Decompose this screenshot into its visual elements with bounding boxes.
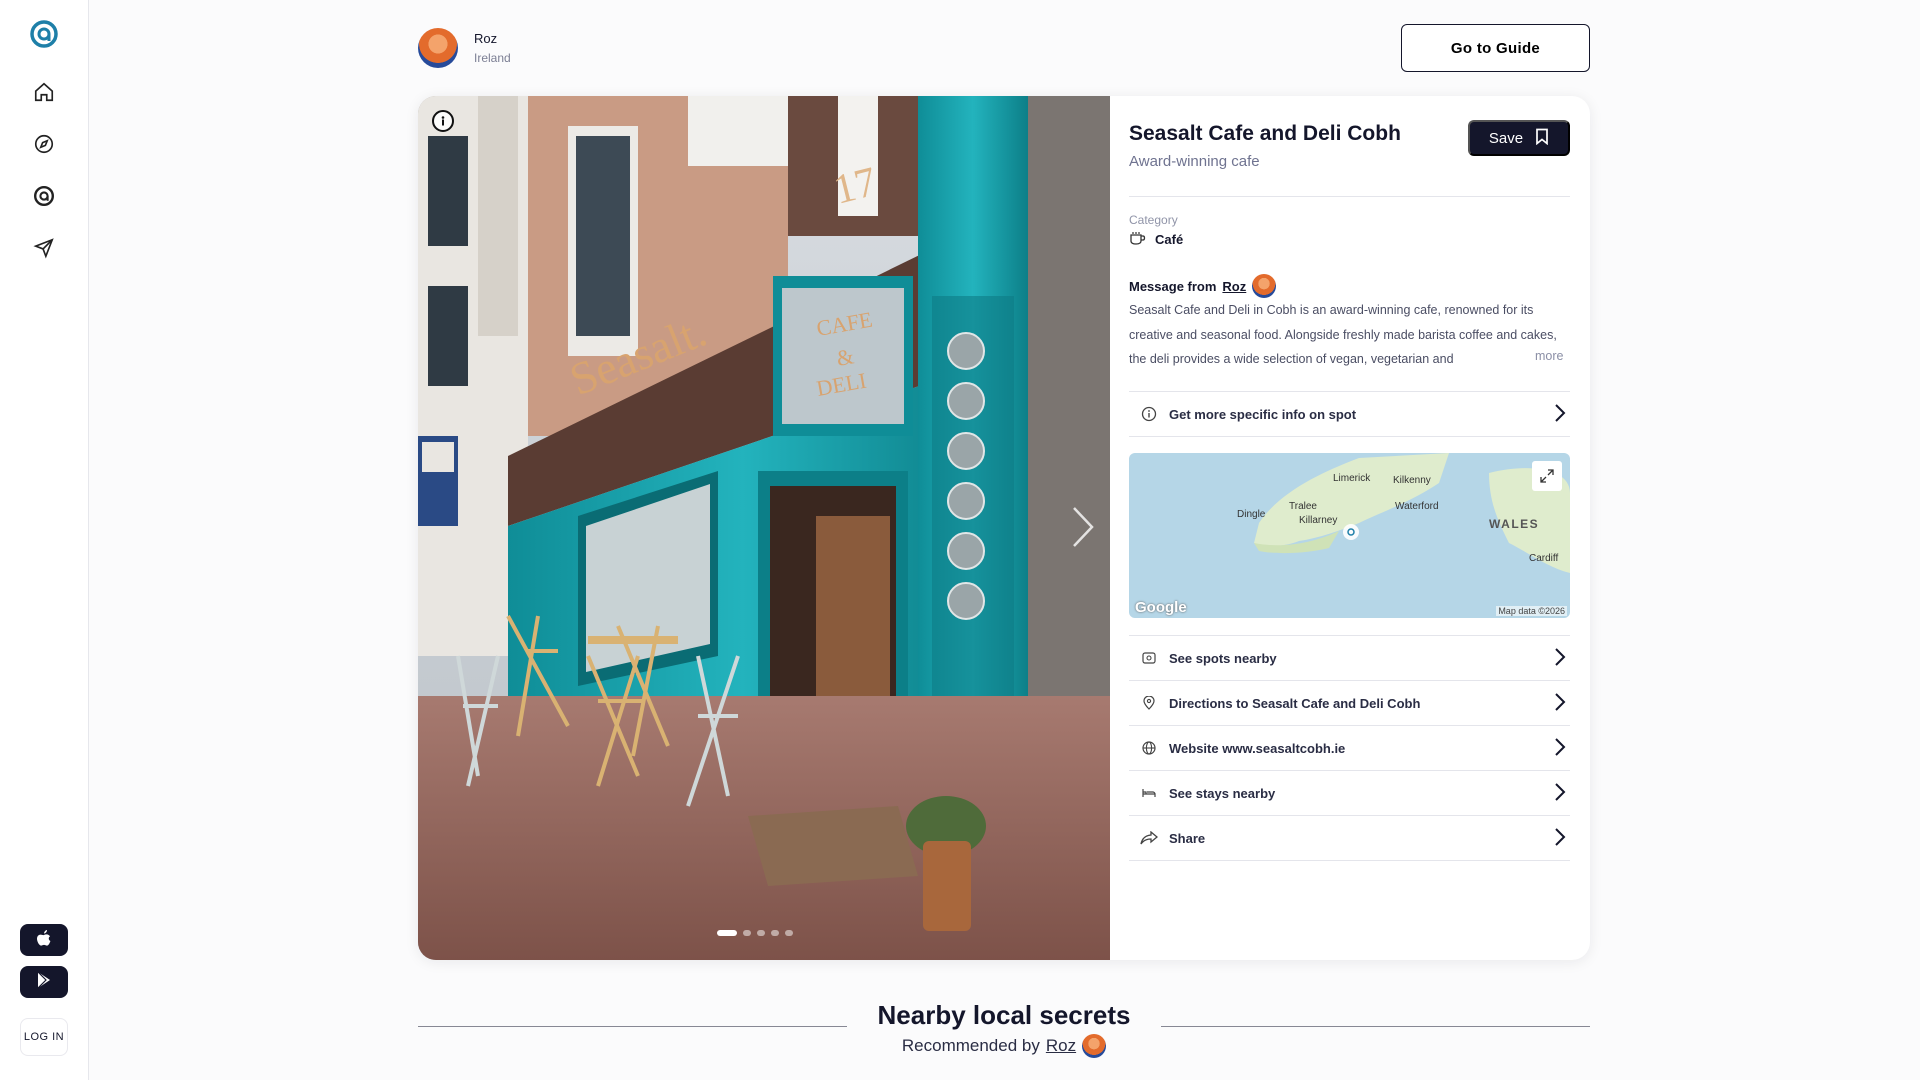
author-name[interactable]: Roz — [474, 31, 511, 46]
map-label: Cardiff — [1529, 553, 1559, 564]
nearby-spots-label: See spots nearby — [1169, 650, 1277, 666]
map-label: Tralee — [1289, 501, 1317, 512]
more-info-label: Get more specific info on spot — [1169, 406, 1357, 422]
next-photo-chevron-icon[interactable] — [1068, 504, 1098, 550]
expand-map-icon[interactable] — [1532, 461, 1562, 491]
nearby-spots-row[interactable]: See spots nearby — [1129, 636, 1570, 681]
cafe-storefront-image: Seasalt. 17 CAFE & DELI — [418, 96, 1110, 960]
bed-icon — [1129, 788, 1169, 798]
app-store-button[interactable] — [20, 924, 68, 956]
google-logo: Google — [1135, 599, 1187, 616]
category-text: Café — [1155, 232, 1184, 247]
map-label: Dingle — [1237, 509, 1266, 520]
share-label: Share — [1169, 830, 1206, 846]
message-prefix: Message from — [1129, 278, 1217, 294]
stays-row[interactable]: See stays nearby — [1129, 771, 1570, 816]
photo-dot[interactable] — [757, 930, 765, 936]
website-label: Website www.seasaltcobh.ie — [1169, 740, 1346, 756]
info-icon[interactable] — [432, 110, 454, 132]
compass-icon[interactable] — [27, 127, 61, 161]
photo-pagination — [717, 930, 793, 936]
category-value: Café — [1129, 231, 1183, 248]
directions-row[interactable]: Directions to Seasalt Cafe and Deli Cobh — [1129, 681, 1570, 726]
recommended-author-avatar — [1082, 1034, 1107, 1058]
map-label: Killarney — [1299, 515, 1338, 526]
save-button[interactable]: Save — [1468, 120, 1570, 156]
author-avatar — [418, 28, 458, 68]
photo-dot[interactable] — [743, 930, 751, 936]
photo-dot[interactable] — [785, 930, 793, 936]
spot-photo[interactable]: Seasalt. 17 CAFE & DELI — [418, 96, 1110, 960]
author-location: Ireland — [474, 51, 511, 65]
map-label: Limerick — [1333, 473, 1371, 484]
go-to-guide-button[interactable]: Go to Guide — [1401, 24, 1590, 72]
divider — [1129, 196, 1570, 197]
more-info-row[interactable]: Get more specific info on spot — [1129, 392, 1570, 437]
apple-icon — [36, 929, 52, 952]
info-circle-icon — [1129, 406, 1169, 422]
chevron-right-icon — [1554, 737, 1568, 760]
save-label: Save — [1488, 129, 1524, 147]
section-divider-right — [1161, 1026, 1590, 1027]
map-region-label: WALES — [1489, 517, 1540, 531]
share-icon — [1129, 831, 1169, 845]
map-attribution: Map data ©2026 — [1496, 606, 1567, 616]
message-header: Message from Roz — [1129, 274, 1277, 298]
sidebar: LOG IN — [0, 0, 89, 1080]
section-divider-left — [418, 1026, 847, 1027]
message-author-link[interactable]: Roz — [1222, 279, 1246, 294]
spot-title: Seasalt Cafe and Deli Cobh — [1129, 122, 1401, 145]
home-icon[interactable] — [27, 75, 61, 109]
directions-label: Directions to Seasalt Cafe and Deli Cobh — [1169, 695, 1421, 711]
bookmark-icon — [1535, 128, 1549, 149]
nearby-recommended: Recommended by Roz — [848, 1034, 1160, 1058]
map-label: Waterford — [1395, 501, 1439, 512]
spot-card: Seasalt. 17 CAFE & DELI Seasalt Cafe and… — [418, 96, 1590, 960]
globe-icon — [1129, 741, 1169, 755]
recommended-prefix: Recommended by — [901, 1036, 1040, 1055]
map-pin-icon[interactable] — [1342, 523, 1360, 546]
play-store-button[interactable] — [20, 966, 68, 998]
message-body: Seasalt Cafe and Deli in Cobh is an awar… — [1129, 303, 1557, 366]
category-label: Category — [1129, 213, 1178, 227]
send-icon[interactable] — [27, 231, 61, 265]
map-label: Kilkenny — [1393, 475, 1431, 486]
brand-logo-icon[interactable] — [27, 17, 61, 51]
google-play-icon — [36, 971, 52, 994]
share-row[interactable]: Share — [1129, 816, 1570, 861]
location-pin-icon — [1129, 696, 1169, 710]
nearby-section-title: Nearby local secrets — [877, 1000, 1131, 1030]
map-icon — [1129, 652, 1169, 664]
spot-details-panel: Seasalt Cafe and Deli Cobh Award-winning… — [1129, 96, 1570, 960]
chevron-right-icon — [1554, 647, 1568, 670]
stays-label: See stays nearby — [1169, 785, 1276, 801]
coffee-cup-icon — [1129, 231, 1147, 248]
map-preview[interactable]: Limerick Kilkenny Tralee Waterford Dingl… — [1129, 453, 1570, 618]
chevron-right-icon — [1554, 403, 1568, 426]
website-row[interactable]: Website www.seasaltcobh.ie — [1129, 726, 1570, 771]
chevron-right-icon — [1554, 782, 1568, 805]
photo-dot[interactable] — [771, 930, 779, 936]
chevron-right-icon — [1554, 692, 1568, 715]
read-more-link[interactable]: more — [1517, 349, 1564, 363]
message-author-avatar — [1252, 274, 1277, 298]
photo-dot-active[interactable] — [717, 930, 737, 936]
author-header[interactable]: Roz Ireland — [418, 28, 511, 68]
brand-icon[interactable] — [27, 179, 61, 213]
login-button[interactable]: LOG IN — [20, 1018, 68, 1056]
recommended-author-link[interactable]: Roz — [1046, 1036, 1076, 1056]
spot-subtitle: Award-winning cafe — [1129, 153, 1260, 170]
chevron-right-icon — [1554, 827, 1568, 850]
